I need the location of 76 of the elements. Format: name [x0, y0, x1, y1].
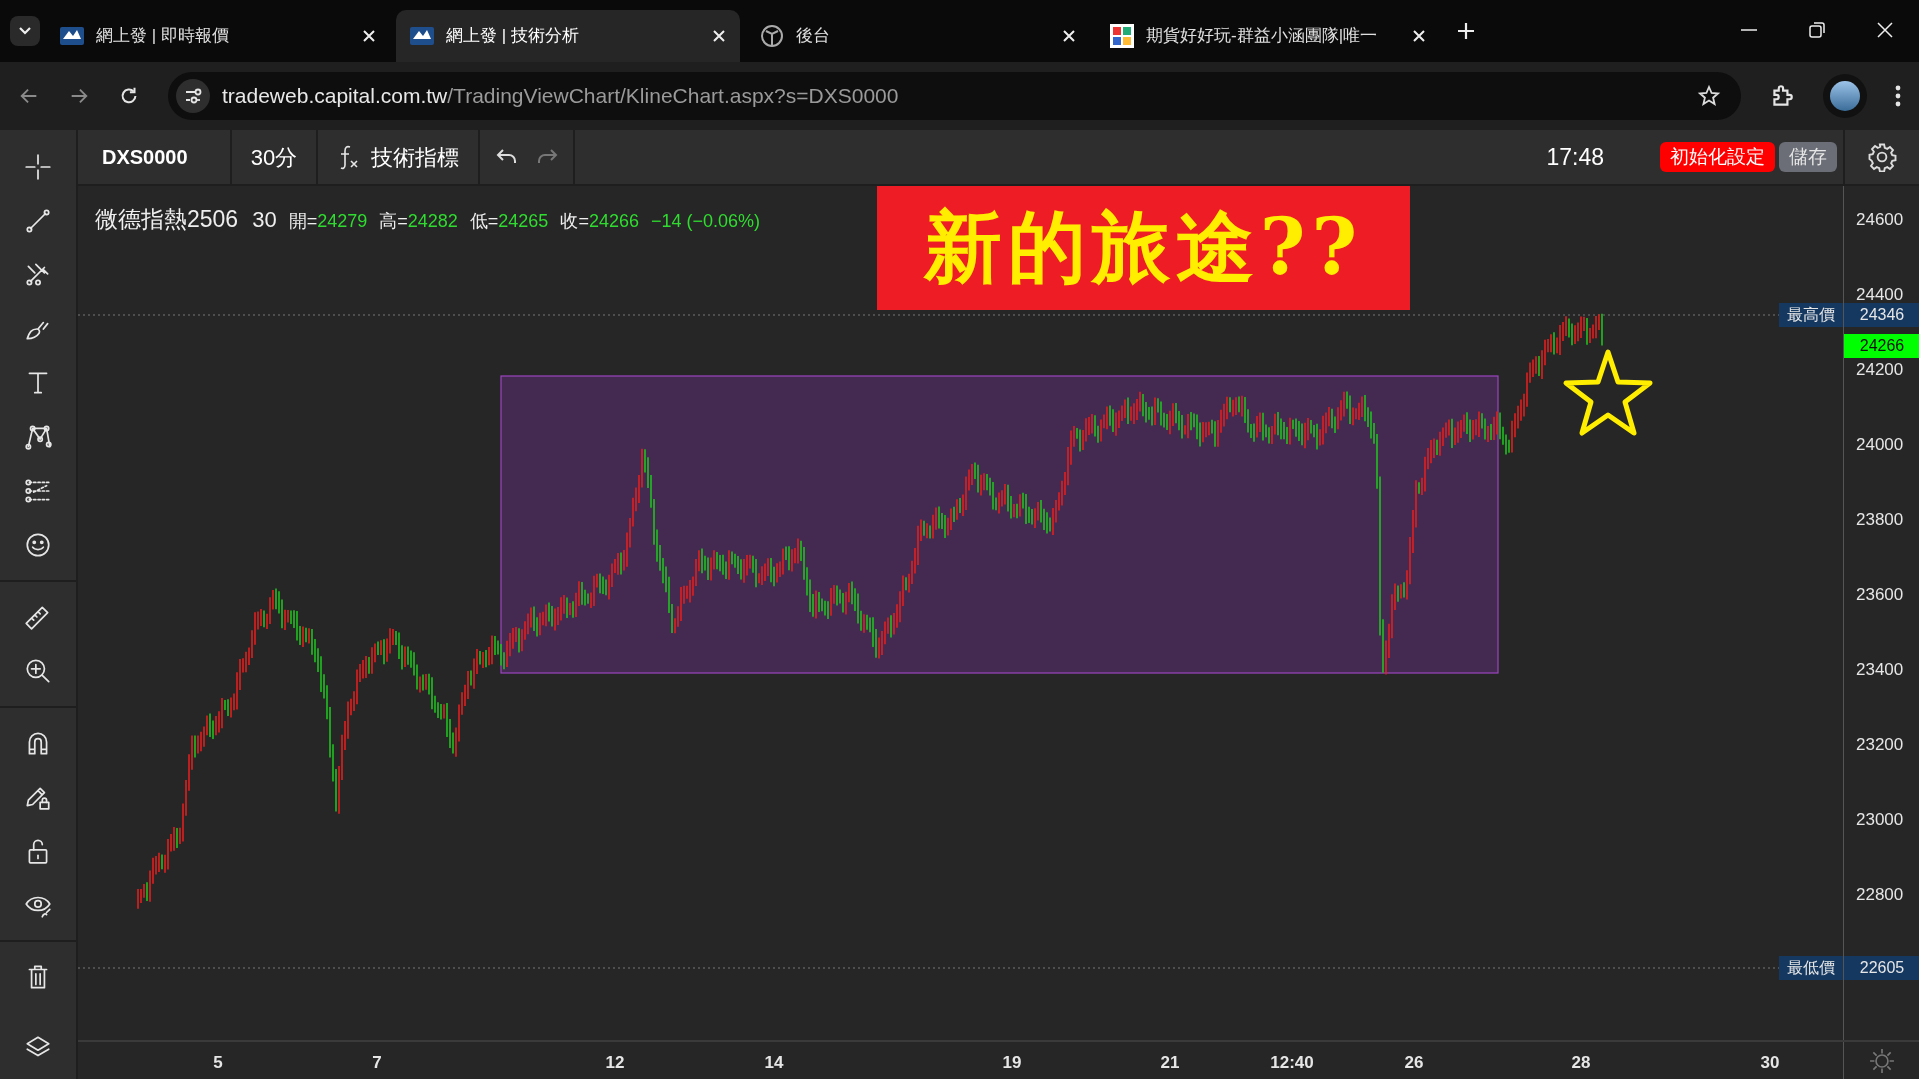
symbol-name: 微德指熱2506: [95, 205, 239, 234]
price-tick: 24600: [1856, 210, 1904, 230]
url-text: tradeweb.capital.com.tw/TradingViewChart/KlineChart.aspx?s=DXS0000: [222, 83, 899, 110]
close-icon[interactable]: [712, 29, 726, 43]
close-icon[interactable]: [1062, 29, 1076, 43]
time-tick: 28: [1571, 1052, 1591, 1074]
price-marker: 24346: [1844, 303, 1919, 327]
price-tick: 24400: [1856, 285, 1904, 305]
indicators-button[interactable]: 技術指標: [371, 140, 459, 174]
bookmark-star-icon[interactable]: [1697, 84, 1721, 108]
trend-line-icon[interactable]: [23, 206, 53, 236]
price-tick: 23000: [1856, 810, 1904, 830]
time-tick: 14: [764, 1052, 784, 1074]
time-tick: 7: [372, 1052, 382, 1074]
chart-logo-icon: [60, 24, 84, 48]
pattern-icon[interactable]: [23, 422, 53, 452]
tab-title: 後台: [796, 25, 831, 48]
price-tick: 24200: [1856, 360, 1904, 380]
ohlc-value: 開=24279: [288, 210, 368, 233]
price-tick: 24000: [1856, 435, 1904, 455]
reset-settings-button[interactable]: 初始化設定: [1660, 142, 1775, 172]
ohlc-value: 低=24265: [469, 210, 549, 233]
high-low-label: 最低價: [1779, 956, 1843, 980]
ohlc-value: 高=24282: [379, 210, 458, 233]
redo-icon[interactable]: [535, 148, 558, 166]
new-tab-icon[interactable]: [1456, 21, 1476, 41]
zoom-in-icon[interactable]: [23, 656, 53, 686]
browser-tab[interactable]: 後台: [746, 10, 1090, 62]
time-tick: 21: [1160, 1052, 1180, 1074]
time-tick: 12: [605, 1052, 625, 1074]
close-window-icon[interactable]: [1875, 20, 1895, 40]
clock-time: 17:48: [1546, 142, 1604, 172]
tab-title: 網上發 | 即時報價: [96, 25, 230, 48]
close-icon[interactable]: [1412, 29, 1426, 43]
time-tick: 5: [213, 1052, 223, 1074]
smiley-icon[interactable]: [23, 530, 53, 560]
fibonacci-icon[interactable]: [23, 476, 53, 506]
time-tick: 19: [1002, 1052, 1022, 1074]
tab-title: 期貨好好玩-群益小涵團隊|唯一: [1146, 25, 1379, 48]
star-drawing[interactable]: [1563, 349, 1653, 436]
undo-icon[interactable]: [495, 148, 518, 166]
browser-tab[interactable]: 網上發 | 技術分析: [396, 10, 740, 62]
tab-list-icon[interactable]: [10, 16, 40, 46]
price-tick: 23400: [1856, 660, 1904, 680]
settings-icon[interactable]: [1867, 142, 1897, 172]
price-tick: 23800: [1856, 510, 1904, 530]
restore-icon[interactable]: [1807, 20, 1827, 40]
time-tick: 30: [1760, 1052, 1780, 1074]
symbol-label[interactable]: DXS0000: [102, 142, 188, 172]
price-tick: 23600: [1856, 585, 1904, 605]
time-tick: 26: [1404, 1052, 1424, 1074]
price-tick: 22800: [1856, 885, 1904, 905]
colorful-logo-icon: [1110, 24, 1134, 48]
highlight-rectangle[interactable]: [500, 375, 1499, 674]
profile-avatar[interactable]: [1823, 74, 1867, 118]
menu-icon[interactable]: [1895, 85, 1901, 107]
site-settings-icon[interactable]: [176, 79, 210, 113]
interval-selector[interactable]: 30分: [250, 140, 298, 174]
price-marker: 22605: [1844, 956, 1919, 980]
price-tick: 23200: [1856, 735, 1904, 755]
crosshair-icon[interactable]: [23, 152, 53, 182]
time-tick: 12:40: [1270, 1052, 1314, 1074]
browser-tab[interactable]: 網上發 | 即時報價: [46, 10, 390, 62]
tab-title: 網上發 | 技術分析: [446, 25, 580, 48]
close-icon[interactable]: [362, 29, 376, 43]
price-change: −14 (−0.06%): [650, 210, 761, 233]
save-button[interactable]: 儲存: [1779, 142, 1837, 172]
banner-title: 新的旅途??: [877, 186, 1410, 310]
address-bar[interactable]: tradeweb.capital.com.tw/TradingViewChart/KlineChart.aspx?s=DXS0000: [168, 72, 1741, 120]
ohlc-value: 收=24266: [560, 210, 639, 233]
interval-label: 30: [252, 206, 277, 234]
chart-logo-icon: [410, 24, 434, 48]
high-low-label: 最高價: [1779, 303, 1843, 327]
browser-tab[interactable]: 期貨好好玩-群益小涵團隊|唯一: [1096, 10, 1440, 62]
last-price-marker: 24266: [1844, 334, 1919, 358]
sun-icon[interactable]: [1868, 1047, 1895, 1074]
